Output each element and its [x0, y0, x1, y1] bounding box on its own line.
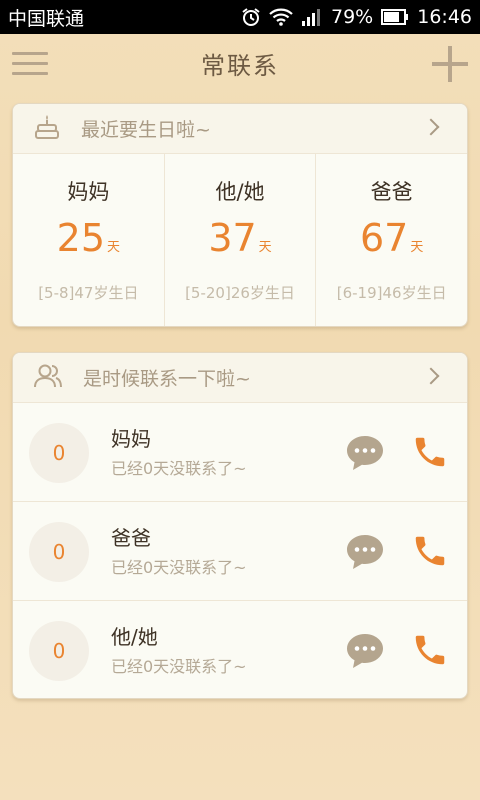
contact-count: 0 — [29, 621, 89, 681]
birthday-info: [6-19]46岁生日 — [336, 284, 447, 302]
contact-name: 妈妈 — [111, 427, 151, 451]
birthday-countdown: 67 天 — [359, 216, 424, 260]
message-icon[interactable] — [345, 532, 385, 572]
birthday-item[interactable]: 他/她 37 天 [5-20]26岁生日 — [165, 154, 317, 326]
clock-time: 16:46 — [417, 6, 472, 28]
page-title: 常联系 — [201, 51, 279, 80]
birthday-list: 妈妈 25 天 [5-8]47岁生日 他/她 37 天 [5-20]26岁生日 爸爸… — [13, 154, 467, 326]
birthday-countdown: 25 天 — [56, 216, 121, 260]
status-icons: 79% 16:46 — [241, 6, 472, 28]
contact-card: 是时候联系一下啦~ 0 妈妈 已经0天没联系了~ 0 爸爸 已经0天没联系了~ … — [12, 352, 468, 699]
chevron-right-icon — [422, 118, 440, 136]
message-icon[interactable] — [345, 433, 385, 473]
birthday-name: 妈妈 — [67, 180, 110, 204]
chevron-right-icon — [422, 367, 440, 385]
contact-card-header[interactable]: 是时候联系一下啦~ — [13, 353, 467, 403]
contact-row[interactable]: 0 他/她 已经0天没联系了~ — [13, 601, 467, 698]
birthday-countdown: 37 天 — [208, 216, 272, 260]
carrier-label: 中国联通 — [8, 7, 85, 30]
birthday-card: 最近要生日啦~ 妈妈 25 天 [5-8]47岁生日 他/她 37 天 [5-20]… — [12, 103, 468, 327]
contact-row[interactable]: 0 妈妈 已经0天没联系了~ — [13, 403, 467, 502]
contact-name: 爸爸 — [111, 526, 151, 550]
contact-row[interactable]: 0 爸爸 已经0天没联系了~ — [13, 502, 467, 601]
signal-icon — [301, 8, 323, 26]
contact-name: 他/她 — [111, 625, 158, 649]
phone-icon[interactable] — [411, 532, 449, 570]
contact-count: 0 — [29, 522, 89, 582]
menu-icon[interactable] — [12, 52, 48, 76]
wifi-icon — [269, 8, 293, 26]
contact-card-title: 是时候联系一下啦~ — [83, 368, 251, 390]
birthday-info: [5-8]47岁生日 — [38, 284, 139, 302]
add-icon[interactable] — [432, 46, 468, 82]
phone-icon[interactable] — [411, 433, 449, 471]
contact-status: 已经0天没联系了~ — [111, 558, 247, 577]
status-bar: 中国联通 79% 16:46 — [0, 0, 480, 34]
contact-status: 已经0天没联系了~ — [111, 657, 247, 676]
contact-count: 0 — [29, 423, 89, 483]
contact-status: 已经0天没联系了~ — [111, 459, 247, 478]
birthday-card-title: 最近要生日啦~ — [81, 119, 211, 141]
birthday-name: 他/她 — [215, 180, 265, 204]
battery-percent: 79% — [331, 6, 374, 28]
birthday-info: [5-20]26岁生日 — [185, 284, 295, 302]
battery-icon — [381, 9, 409, 25]
birthday-name: 爸爸 — [370, 180, 413, 204]
people-icon — [33, 363, 63, 393]
birthday-item[interactable]: 妈妈 25 天 [5-8]47岁生日 — [13, 154, 165, 326]
app-header: 常联系 — [0, 34, 480, 92]
birthday-card-header[interactable]: 最近要生日啦~ — [13, 104, 467, 154]
phone-icon[interactable] — [411, 631, 449, 669]
alarm-icon — [241, 7, 261, 27]
message-icon[interactable] — [345, 631, 385, 671]
cake-icon — [33, 113, 61, 145]
birthday-item[interactable]: 爸爸 67 天 [6-19]46岁生日 — [316, 154, 467, 326]
